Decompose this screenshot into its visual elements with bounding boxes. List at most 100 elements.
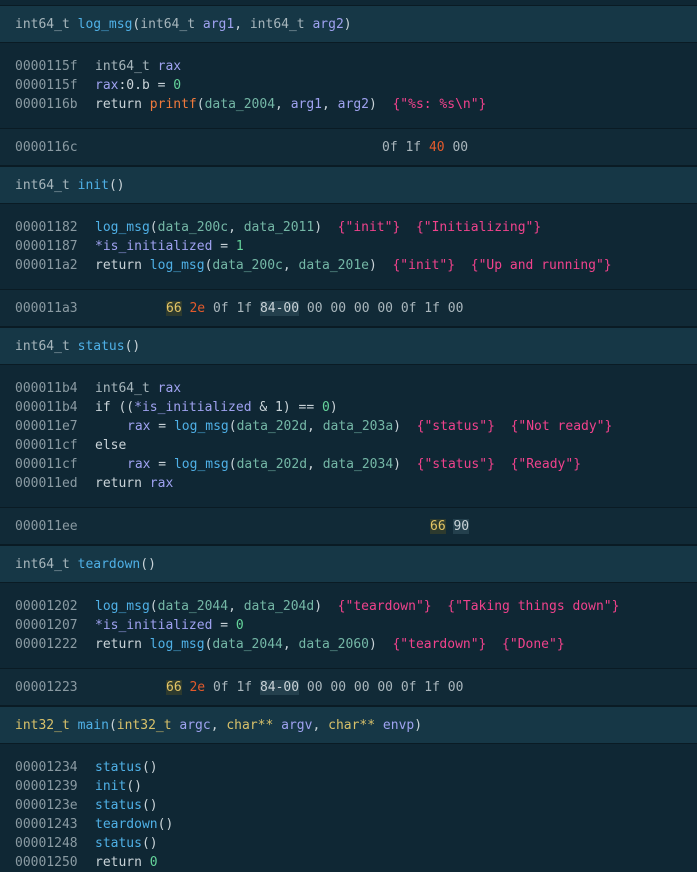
code-token[interactable]: arg1 (291, 97, 322, 112)
code-token[interactable]: teardown (95, 817, 158, 832)
signature-token[interactable]: init (78, 178, 109, 193)
code-token[interactable]: rax (127, 419, 150, 434)
function-signature[interactable]: int64_t log_msg(int64_t arg1, int64_t ar… (0, 5, 697, 43)
code-token[interactable]: rax (150, 476, 173, 491)
code-line[interactable]: 000011cf rax = log_msg(data_202d, data_20… (15, 455, 581, 474)
code-token: return (95, 476, 150, 491)
code-token[interactable]: data_202d (237, 457, 307, 472)
code-line[interactable]: 00001239 init() (15, 777, 142, 796)
code-line[interactable]: 000011b4 int64_t rax (15, 379, 181, 398)
code-line[interactable]: 000011a2 return log_msg(data_200c, data_2… (15, 256, 612, 275)
code-line[interactable]: 00001202 log_msg(data_2044, data_204d) {"… (15, 597, 619, 616)
code-token[interactable]: init (95, 779, 126, 794)
function-signature[interactable]: int64_t teardown() (0, 545, 697, 583)
signature-token[interactable]: arg2 (312, 17, 343, 32)
code-token[interactable]: data_2011 (244, 220, 314, 235)
hex-bytes[interactable]: 66 90 (430, 517, 470, 536)
code-token[interactable]: log_msg (95, 220, 150, 235)
code-line[interactable]: 00001222 return log_msg(data_2044, data_2… (15, 635, 565, 654)
hex-bytes[interactable]: 0f 1f 40 00 (382, 138, 468, 157)
code-line[interactable]: 00001248 status() (15, 834, 158, 853)
signature-token[interactable]: argc (179, 718, 210, 733)
code-line[interactable]: 00001243 teardown() (15, 815, 173, 834)
code-line[interactable]: 00001250 return 0 (15, 853, 158, 872)
code-token[interactable]: data_2044 (212, 637, 282, 652)
code-token[interactable]: status (95, 760, 142, 775)
code-token[interactable]: data_200c (158, 220, 228, 235)
hex-byte-group: 0f 1f (205, 301, 260, 316)
code-token: ) (314, 220, 338, 235)
signature-token: int64_t (140, 17, 203, 32)
code-line[interactable]: 0000123e status() (15, 796, 158, 815)
hex-address: 000011a3 (15, 301, 78, 316)
code-token[interactable]: log_msg (174, 419, 229, 434)
code-token[interactable]: status (95, 798, 142, 813)
signature-token[interactable]: log_msg (78, 17, 133, 32)
code-line[interactable]: 000011cf else (15, 436, 126, 455)
code-token[interactable]: data_201e (299, 258, 369, 273)
signature-token: ) (343, 17, 352, 32)
hex-byte-group: 84-00 (259, 680, 300, 695)
code-token[interactable]: rax (127, 457, 150, 472)
code-token[interactable]: data_202d (237, 419, 307, 434)
code-token[interactable]: log_msg (95, 599, 150, 614)
signature-token[interactable]: envp (383, 718, 414, 733)
code-token[interactable]: rax (95, 78, 118, 93)
code-line[interactable]: 00001207 *is_initialized = 0 (15, 616, 244, 635)
line-address: 00001222 (15, 637, 78, 652)
signature-token[interactable]: status (78, 339, 125, 354)
code-token[interactable]: data_203a (323, 419, 393, 434)
code-token[interactable]: arg2 (338, 97, 369, 112)
code-token: {"init"} (392, 258, 456, 273)
code-token[interactable]: *is_initialized (134, 400, 251, 415)
code-token[interactable]: rax (158, 59, 181, 74)
function-signature[interactable]: int64_t status() (0, 327, 697, 365)
code-line[interactable]: 000011e7 rax = log_msg(data_202d, data_20… (15, 417, 612, 436)
code-token[interactable]: data_2034 (323, 457, 393, 472)
code-token: if (( (95, 400, 135, 415)
code-token[interactable]: log_msg (150, 637, 205, 652)
signature-token[interactable]: arg1 (203, 17, 234, 32)
signature-token: int64_t (15, 178, 78, 193)
code-token[interactable]: data_2044 (158, 599, 228, 614)
code-token: () (141, 798, 158, 813)
hex-byte-group: 66 (166, 680, 182, 695)
code-line[interactable]: 00001234 status() (15, 758, 158, 777)
code-token[interactable]: printf (150, 97, 197, 112)
hex-address: 0000116c (15, 140, 78, 155)
code-line[interactable]: 00001182 log_msg(data_200c, data_2011) {"… (15, 218, 541, 237)
code-line[interactable]: 0000115f rax:0.b = 0 (15, 76, 181, 95)
signature-token[interactable]: main (78, 718, 109, 733)
function-signature[interactable]: int64_t init() (0, 166, 697, 204)
signature-token: int64_t (15, 339, 78, 354)
code-line[interactable]: 000011b4 if ((*is_initialized & 1) == 0) (15, 398, 338, 417)
code-token[interactable]: log_msg (174, 457, 229, 472)
signature-token[interactable]: teardown (78, 557, 141, 572)
line-address: 000011b4 (15, 381, 78, 396)
signature-token: int64_t (249, 17, 313, 32)
code-line[interactable]: 000011ed return rax (15, 474, 173, 493)
code-token[interactable]: log_msg (150, 258, 205, 273)
code-line[interactable]: 0000115f int64_t rax (15, 57, 181, 76)
code-token[interactable]: data_200c (212, 258, 282, 273)
code-token[interactable]: data_204d (244, 599, 314, 614)
code-line[interactable]: 00001187 *is_initialized = 1 (15, 237, 244, 256)
code-token: int64_t (95, 59, 158, 74)
code-token[interactable]: status (95, 836, 142, 851)
code-token: ( (228, 419, 237, 434)
hex-bytes[interactable]: 66 2e 0f 1f 84-00 00 00 00 00 0f 1f 00 (166, 678, 463, 697)
line-address: 0000115f (15, 78, 78, 93)
code-token[interactable]: *is_initialized (95, 239, 212, 254)
line-address: 00001182 (15, 220, 78, 235)
code-token[interactable]: data_2004 (205, 97, 275, 112)
code-line[interactable]: 0000116b return printf(data_2004, arg1, a… (15, 95, 486, 114)
function-signature[interactable]: int32_t main(int32_t argc, char** argv, … (0, 706, 697, 744)
code-token[interactable]: data_2060 (299, 637, 369, 652)
code-token[interactable]: rax (158, 381, 181, 396)
signature-token: ) (414, 718, 423, 733)
hex-bytes[interactable]: 66 2e 0f 1f 84-00 00 00 00 00 0f 1f 00 (166, 299, 463, 318)
code-token[interactable]: *is_initialized (95, 618, 212, 633)
signature-token[interactable]: argv (281, 718, 312, 733)
code-token: , (228, 220, 244, 235)
